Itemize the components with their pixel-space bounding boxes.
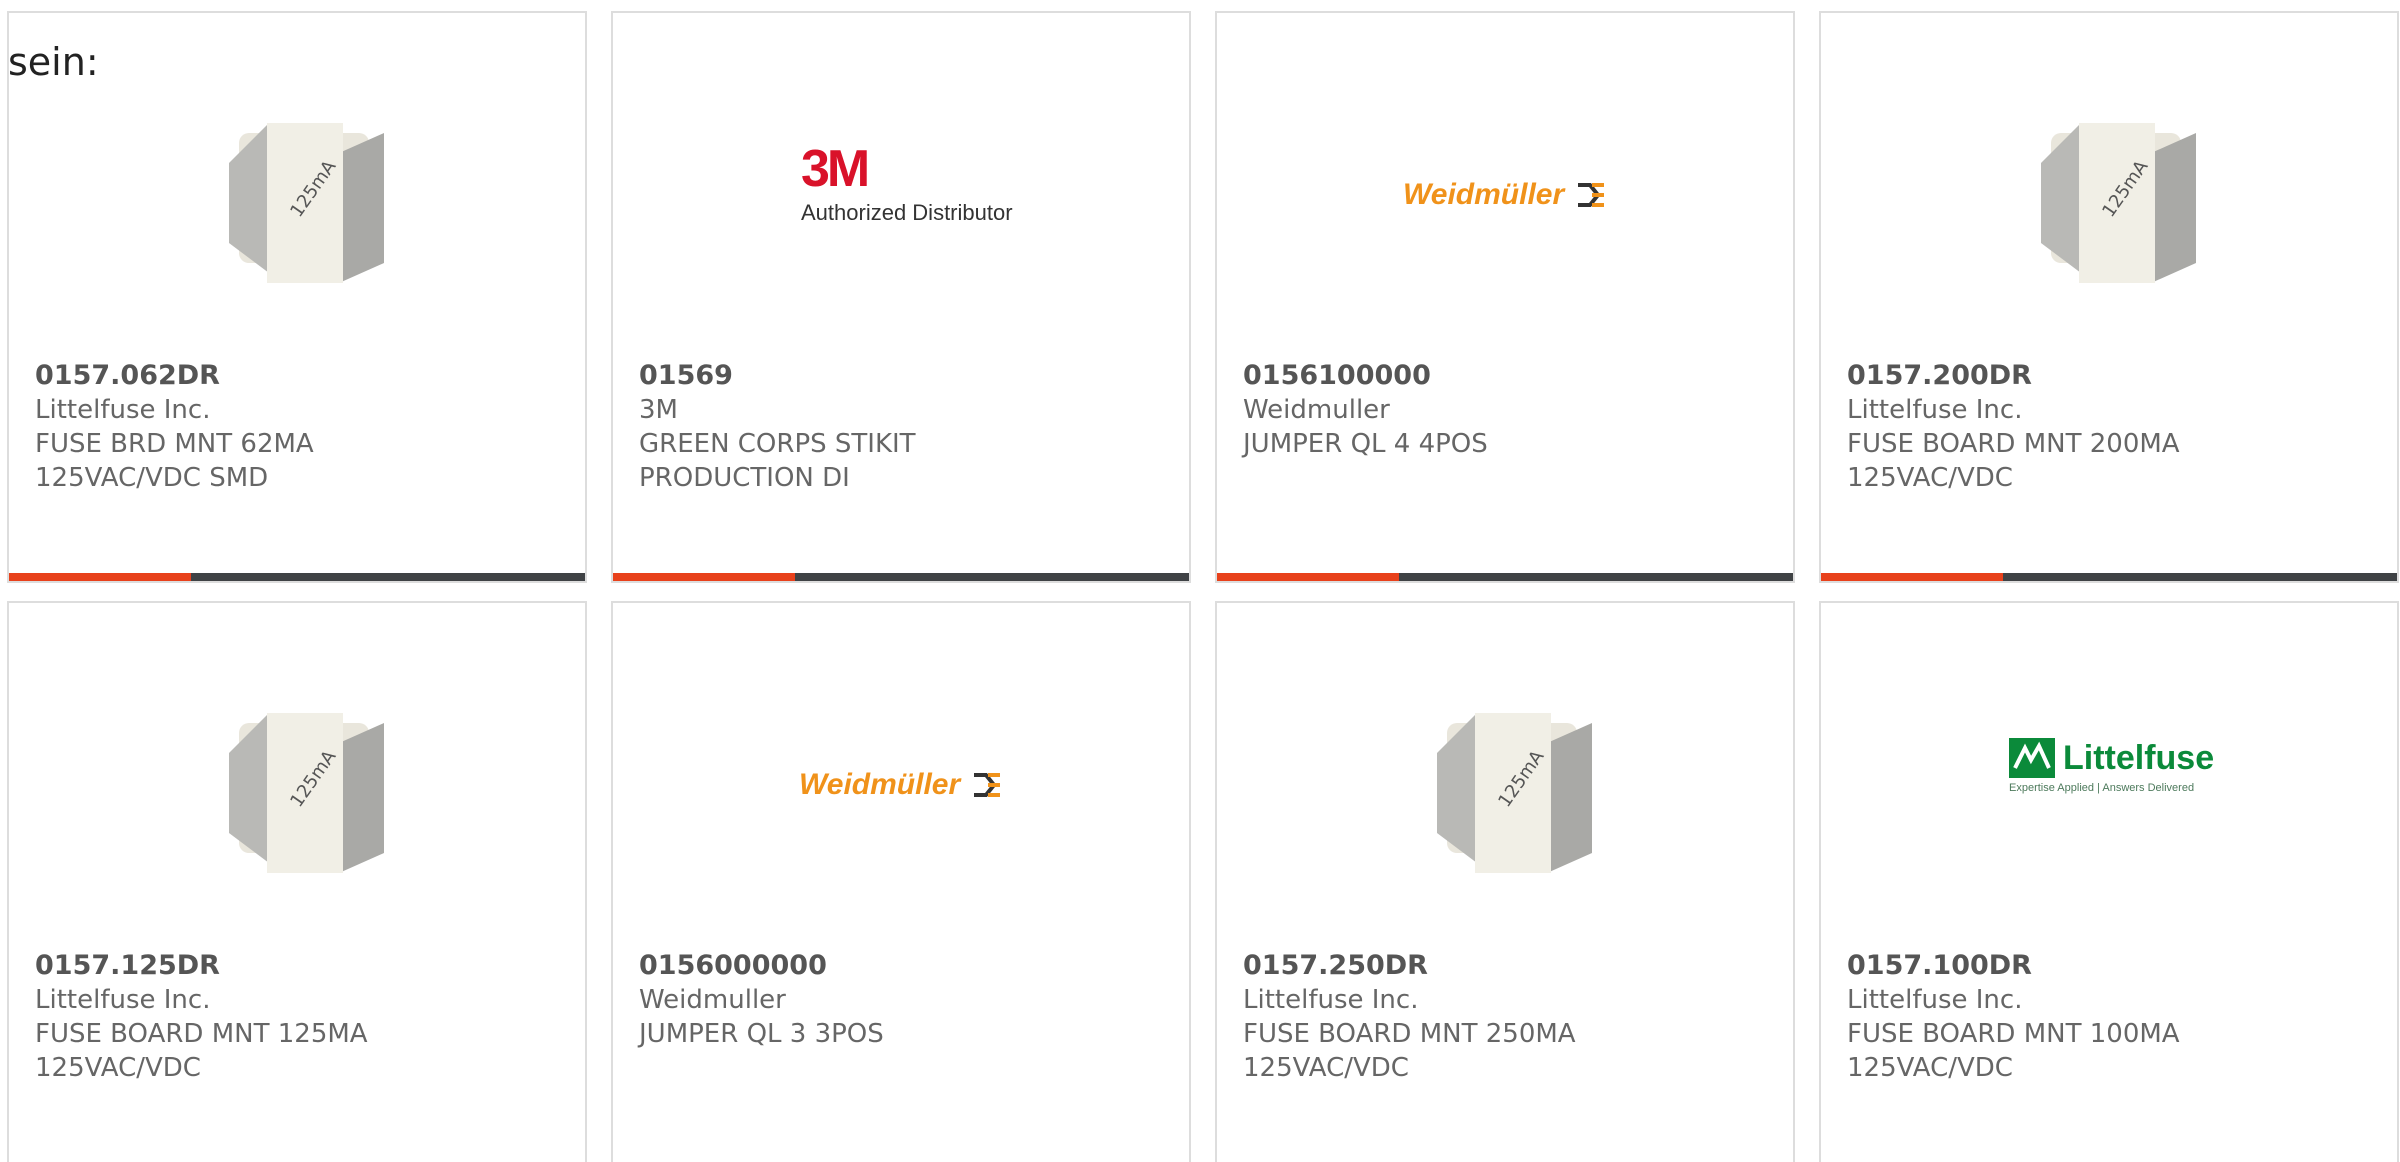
3m-logo: 3M Authorized Distributor [801, 143, 1021, 243]
product-info: 0157.100DR Littelfuse Inc. FUSE BOARD MN… [1847, 949, 2377, 1085]
product-info: 0157.250DR Littelfuse Inc. FUSE BOARD MN… [1243, 949, 1773, 1085]
product-image[interactable]: 3M Authorized Distributor [613, 13, 1189, 343]
fuse-image: 125mA [1437, 713, 1592, 873]
description-line1: FUSE BOARD MNT 100MA [1847, 1019, 2180, 1049]
littelfuse-mark-icon [2009, 738, 2055, 778]
part-number-link[interactable]: 0157.100DR [1847, 949, 2377, 983]
description-line1: GREEN CORPS STIKIT [639, 429, 916, 459]
manufacturer: 3M [639, 395, 678, 425]
card-accent-bar [1821, 573, 2003, 581]
description-line1: JUMPER QL 4 4POS [1243, 429, 1488, 459]
description-line2: 125VAC/VDC SMD [35, 463, 269, 493]
littelfuse-logo: Littelfuse Expertise Applied | Answers D… [2009, 738, 2229, 818]
product-card[interactable]: Littelfuse Expertise Applied | Answers D… [1819, 601, 2399, 1162]
fuse-image: 125mA [229, 123, 384, 283]
product-card[interactable]: Weidmüller 0156000000 Weidmuller JUMPER … [611, 601, 1191, 1162]
manufacturer: Littelfuse Inc. [1243, 985, 1419, 1015]
manufacturer: Weidmuller [639, 985, 786, 1015]
product-info: 0157.125DR Littelfuse Inc. FUSE BOARD MN… [35, 949, 565, 1085]
part-number-link[interactable]: 0156000000 [639, 949, 1169, 983]
product-info: 0157.062DR Littelfuse Inc. FUSE BRD MNT … [35, 359, 565, 495]
manufacturer: Weidmuller [1243, 395, 1390, 425]
product-info: 0156100000 Weidmuller JUMPER QL 4 4POS [1243, 359, 1773, 461]
product-info: 0157.200DR Littelfuse Inc. FUSE BOARD MN… [1847, 359, 2377, 495]
product-grid-page: sein: 125mA 0157.062DR Littelfuse Inc. F… [0, 0, 2400, 1162]
card-bottom-bar [613, 573, 1189, 581]
card-bottom-bar [9, 573, 585, 581]
description-line2: 125VAC/VDC [35, 1053, 201, 1083]
product-card[interactable]: 125mA 0157.062DR Littelfuse Inc. FUSE BR… [7, 11, 587, 583]
description-line1: FUSE BOARD MNT 200MA [1847, 429, 2180, 459]
product-card[interactable]: 125mA 0157.125DR Littelfuse Inc. FUSE BO… [7, 601, 587, 1162]
littelfuse-logo-tagline: Expertise Applied | Answers Delivered [2009, 782, 2195, 794]
manufacturer: Littelfuse Inc. [1847, 395, 2023, 425]
product-info: 01569 3M GREEN CORPS STIKIT PRODUCTION D… [639, 359, 1169, 495]
weidmuller-logo-word: Weidmüller [799, 768, 961, 801]
weidmuller-mark-icon [1578, 183, 1605, 207]
manufacturer: Littelfuse Inc. [35, 985, 211, 1015]
description-line1: FUSE BOARD MNT 250MA [1243, 1019, 1576, 1049]
product-image[interactable]: 125mA [1217, 603, 1793, 933]
3m-logo-mark: 3M [801, 140, 870, 198]
description-line2: 125VAC/VDC [1243, 1053, 1409, 1083]
card-accent-bar [1217, 573, 1399, 581]
part-number-link[interactable]: 0157.125DR [35, 949, 565, 983]
product-image[interactable]: Weidmüller [1217, 13, 1793, 343]
card-accent-bar [613, 573, 795, 581]
part-number-link[interactable]: 0157.250DR [1243, 949, 1773, 983]
product-image[interactable]: Weidmüller [613, 603, 1189, 933]
fuse-image: 125mA [229, 713, 384, 873]
product-image[interactable]: 125mA [9, 603, 585, 933]
part-number-link[interactable]: 01569 [639, 359, 1169, 393]
weidmuller-logo: Weidmüller [1403, 173, 1606, 217]
product-info: 0156000000 Weidmuller JUMPER QL 3 3POS [639, 949, 1169, 1051]
littelfuse-logo-word: Littelfuse [2063, 738, 2215, 777]
product-image[interactable]: Littelfuse Expertise Applied | Answers D… [1821, 603, 2397, 933]
description-line1: FUSE BRD MNT 62MA [35, 429, 314, 459]
card-bottom-bar [1821, 573, 2397, 581]
description-line2: 125VAC/VDC [1847, 1053, 2013, 1083]
product-image[interactable]: 125mA [1821, 13, 2397, 343]
product-card[interactable]: 3M Authorized Distributor 01569 3M GREEN… [611, 11, 1191, 583]
weidmuller-logo: Weidmüller [799, 763, 1002, 807]
description-line2: 125VAC/VDC [1847, 463, 2013, 493]
manufacturer: Littelfuse Inc. [1847, 985, 2023, 1015]
product-card[interactable]: Weidmüller 0156100000 Weidmuller JUMPER … [1215, 11, 1795, 583]
part-number-link[interactable]: 0157.062DR [35, 359, 565, 393]
part-number-link[interactable]: 0156100000 [1243, 359, 1773, 393]
description-line1: FUSE BOARD MNT 125MA [35, 1019, 368, 1049]
weidmuller-mark-icon [974, 773, 1001, 797]
card-accent-bar [9, 573, 191, 581]
product-card[interactable]: 125mA 0157.250DR Littelfuse Inc. FUSE BO… [1215, 601, 1795, 1162]
description-line1: JUMPER QL 3 3POS [639, 1019, 884, 1049]
weidmuller-logo-word: Weidmüller [1403, 178, 1565, 211]
3m-logo-subtitle: Authorized Distributor [801, 200, 1013, 225]
part-number-link[interactable]: 0157.200DR [1847, 359, 2377, 393]
card-bottom-bar [1217, 573, 1793, 581]
description-line2: PRODUCTION DI [639, 463, 850, 493]
intro-text: sein: [8, 40, 99, 84]
fuse-image: 125mA [2041, 123, 2196, 283]
manufacturer: Littelfuse Inc. [35, 395, 211, 425]
product-card[interactable]: 125mA 0157.200DR Littelfuse Inc. FUSE BO… [1819, 11, 2399, 583]
